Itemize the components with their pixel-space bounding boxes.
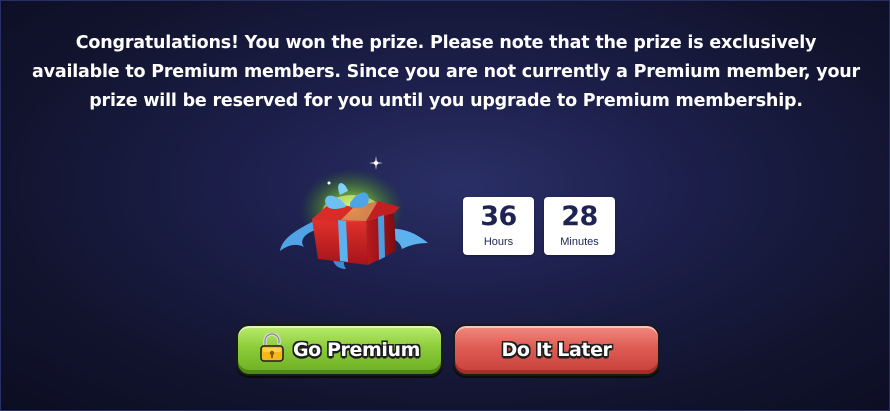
hours-value: 36 — [480, 201, 517, 232]
go-premium-button[interactable]: Go Premium — [236, 324, 443, 376]
minutes-label: Minutes — [560, 236, 599, 248]
gift-box-icon — [274, 151, 434, 276]
unlocked-padlock-icon — [259, 332, 285, 363]
prize-dialog: Congratulations! You won the prize. Plea… — [0, 0, 890, 411]
hours-label: Hours — [483, 236, 514, 248]
do-it-later-button[interactable]: Do It Later — [453, 324, 660, 376]
do-it-later-label: Do It Later — [501, 339, 612, 361]
prize-message: Congratulations! You won the prize. Plea… — [32, 33, 860, 111]
hours-box: 36 Hours — [463, 197, 534, 255]
countdown-timer: 36 Hours 28 Minutes — [463, 197, 615, 255]
go-premium-label: Go Premium — [292, 339, 421, 361]
minutes-value: 28 — [561, 201, 598, 232]
minutes-box: 28 Minutes — [544, 197, 615, 255]
